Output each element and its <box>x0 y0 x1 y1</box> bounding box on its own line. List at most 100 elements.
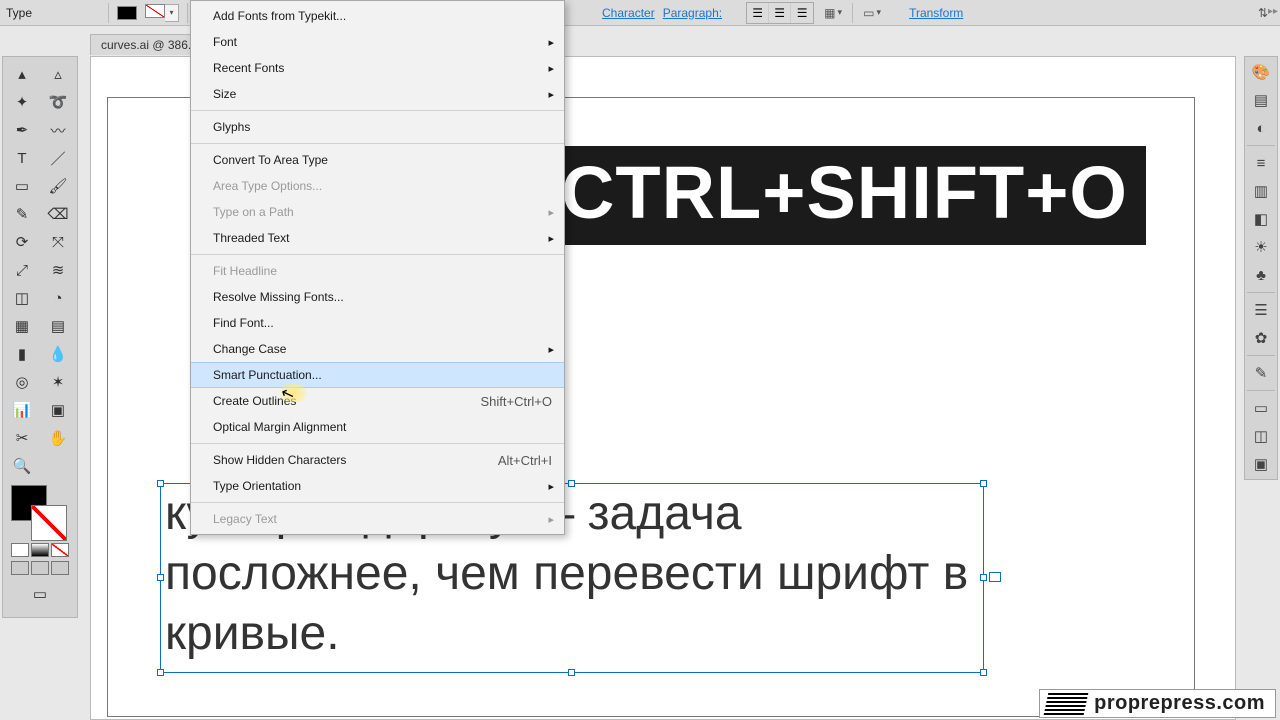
toggle-tool[interactable] <box>42 453 74 479</box>
align-right-button[interactable]: ☰ <box>791 3 813 23</box>
scale-tool[interactable]: ⤢ <box>6 257 38 283</box>
stroke-panel-icon[interactable]: ≡ <box>1248 152 1274 174</box>
rotate-tool[interactable]: ⟳ <box>6 229 38 255</box>
menu-item-label: Type on a Path <box>213 205 294 219</box>
artboards-panel-icon[interactable]: ▣ <box>1248 453 1274 475</box>
menu-item-optical-margin-alignment[interactable]: Optical Margin Alignment <box>191 414 564 440</box>
menu-item-size[interactable]: Size <box>191 81 564 107</box>
draw-mode-inside[interactable] <box>51 561 69 575</box>
paintbrush-tool[interactable]: 🖌 <box>42 173 74 199</box>
paragraph-align-group: ☰ ☰ ☰ <box>746 2 814 24</box>
align-left-button[interactable]: ☰ <box>747 3 769 23</box>
pencil-tool[interactable]: ✎ <box>6 201 38 227</box>
curvature-tool[interactable]: 〰 <box>42 117 74 143</box>
text-out-port[interactable] <box>989 572 1001 582</box>
bbox-handle[interactable] <box>980 669 987 676</box>
fill-swatch[interactable] <box>117 6 137 20</box>
menu-item-create-outlines[interactable]: Create OutlinesShift+Ctrl+O <box>191 388 564 414</box>
bbox-handle[interactable] <box>157 480 164 487</box>
appearance-panel-icon[interactable]: ☀ <box>1248 236 1274 258</box>
color-mode-color[interactable] <box>11 543 29 557</box>
eraser-tool[interactable]: ⌫ <box>42 201 74 227</box>
bbox-handle[interactable] <box>980 480 987 487</box>
screen-mode-button[interactable]: ▭ <box>20 581 60 607</box>
menu-item-type-orientation[interactable]: Type Orientation <box>191 473 564 499</box>
menu-item-label: Resolve Missing Fonts... <box>213 290 344 304</box>
pen-tool[interactable]: ✒ <box>6 117 38 143</box>
pathfinder-panel-icon[interactable]: ◫ <box>1248 425 1274 447</box>
column-graph-tool[interactable]: 📊 <box>6 397 38 423</box>
stroke-dropdown[interactable]: ▾ <box>165 4 179 22</box>
align-panel-icon[interactable]: ▭ <box>1248 397 1274 419</box>
bbox-handle[interactable] <box>980 574 987 581</box>
hand-tool[interactable]: ✋ <box>42 425 74 451</box>
menu-item-label: Threaded Text <box>213 231 290 245</box>
separator <box>108 3 109 23</box>
perspective-tool[interactable]: ▦ <box>6 313 38 339</box>
bbox-handle[interactable] <box>568 480 575 487</box>
menu-item-smart-punctuation[interactable]: Smart Punctuation... <box>191 362 564 388</box>
headline-text-object[interactable]: CTRL+SHIFT+O <box>545 146 1146 245</box>
symbols-panel-icon[interactable]: ✿ <box>1248 327 1274 349</box>
stroke-swatch[interactable] <box>145 4 165 18</box>
symbol-sprayer-tool[interactable]: ✶ <box>42 369 74 395</box>
align-center-button[interactable]: ☰ <box>769 3 791 23</box>
character-panel-link[interactable]: Character <box>602 6 655 20</box>
stroke-color[interactable] <box>31 505 67 541</box>
graphic-styles-panel-icon[interactable]: ♣ <box>1248 264 1274 286</box>
paragraph-panel-link[interactable]: Paragraph: <box>663 6 722 20</box>
menu-item-threaded-text[interactable]: Threaded Text <box>191 225 564 251</box>
menu-item-add-fonts-from-typekit[interactable]: Add Fonts from Typekit... <box>191 3 564 29</box>
menu-item-glyphs[interactable]: Glyphs <box>191 114 564 140</box>
eyedropper-tool[interactable]: 💧 <box>42 341 74 367</box>
zoom-tool[interactable]: 🔍 <box>6 453 38 479</box>
menu-item-resolve-missing-fonts[interactable]: Resolve Missing Fonts... <box>191 284 564 310</box>
color-mode-gradient[interactable] <box>31 543 49 557</box>
bbox-handle[interactable] <box>568 669 575 676</box>
menu-item-shortcut: Shift+Ctrl+O <box>480 394 552 409</box>
layers-panel-icon[interactable]: ☰ <box>1248 299 1274 321</box>
menu-item-label: Optical Margin Alignment <box>213 420 346 434</box>
bbox-handle[interactable] <box>157 669 164 676</box>
mesh-tool[interactable]: ▤ <box>42 313 74 339</box>
gradient-panel-icon[interactable]: ▥ <box>1248 180 1274 202</box>
transparency-panel-icon[interactable]: ◧ <box>1248 208 1274 230</box>
align-panel-button[interactable]: ▭▾ <box>861 3 883 23</box>
reflect-tool[interactable]: ⤧ <box>42 229 74 255</box>
options-bar-flyout[interactable]: ▸▸ <box>1268 6 1278 17</box>
color-guide-panel-icon[interactable]: ◐ <box>1248 117 1274 139</box>
direct-selection-tool[interactable]: ▵ <box>42 61 74 87</box>
blend-tool[interactable]: ◎ <box>6 369 38 395</box>
artboard-tool[interactable]: ▣ <box>42 397 74 423</box>
list-options-button[interactable]: ▦▾ <box>822 3 844 23</box>
draw-mode-behind[interactable] <box>31 561 49 575</box>
menu-item-convert-to-area-type[interactable]: Convert To Area Type <box>191 147 564 173</box>
menu-item-font[interactable]: Font <box>191 29 564 55</box>
shape-builder-tool[interactable]: ◔ <box>42 285 74 311</box>
color-panel-icon[interactable]: 🎨 <box>1248 61 1274 83</box>
type-tool[interactable]: T <box>6 145 38 171</box>
tool-type-label: Type <box>6 6 32 20</box>
color-mode-none[interactable] <box>51 543 69 557</box>
rectangle-tool[interactable]: ▭ <box>6 173 38 199</box>
selection-tool[interactable]: ▴ <box>6 61 38 87</box>
menu-item-change-case[interactable]: Change Case <box>191 336 564 362</box>
width-tool[interactable]: ≋ <box>42 257 74 283</box>
menu-item-show-hidden-characters[interactable]: Show Hidden CharactersAlt+Ctrl+I <box>191 447 564 473</box>
menu-item-recent-fonts[interactable]: Recent Fonts <box>191 55 564 81</box>
fill-stroke-color-control[interactable] <box>5 485 75 539</box>
free-transform-tool[interactable]: ◫ <box>6 285 38 311</box>
menu-item-area-type-options: Area Type Options... <box>191 173 564 199</box>
transform-panel-link[interactable]: Transform <box>909 6 963 20</box>
menu-item-find-font[interactable]: Find Font... <box>191 310 564 336</box>
lasso-tool[interactable]: ➰ <box>42 89 74 115</box>
gradient-tool[interactable]: ▮ <box>6 341 38 367</box>
magic-wand-tool[interactable]: ✦ <box>6 89 38 115</box>
line-tool[interactable]: ／ <box>42 145 74 171</box>
brushes-panel-icon[interactable]: ✎ <box>1248 362 1274 384</box>
draw-mode-normal[interactable] <box>11 561 29 575</box>
swatches-panel-icon[interactable]: ▤ <box>1248 89 1274 111</box>
watermark-logo <box>1044 693 1089 715</box>
bbox-handle[interactable] <box>157 574 164 581</box>
slice-tool[interactable]: ✂ <box>6 425 38 451</box>
